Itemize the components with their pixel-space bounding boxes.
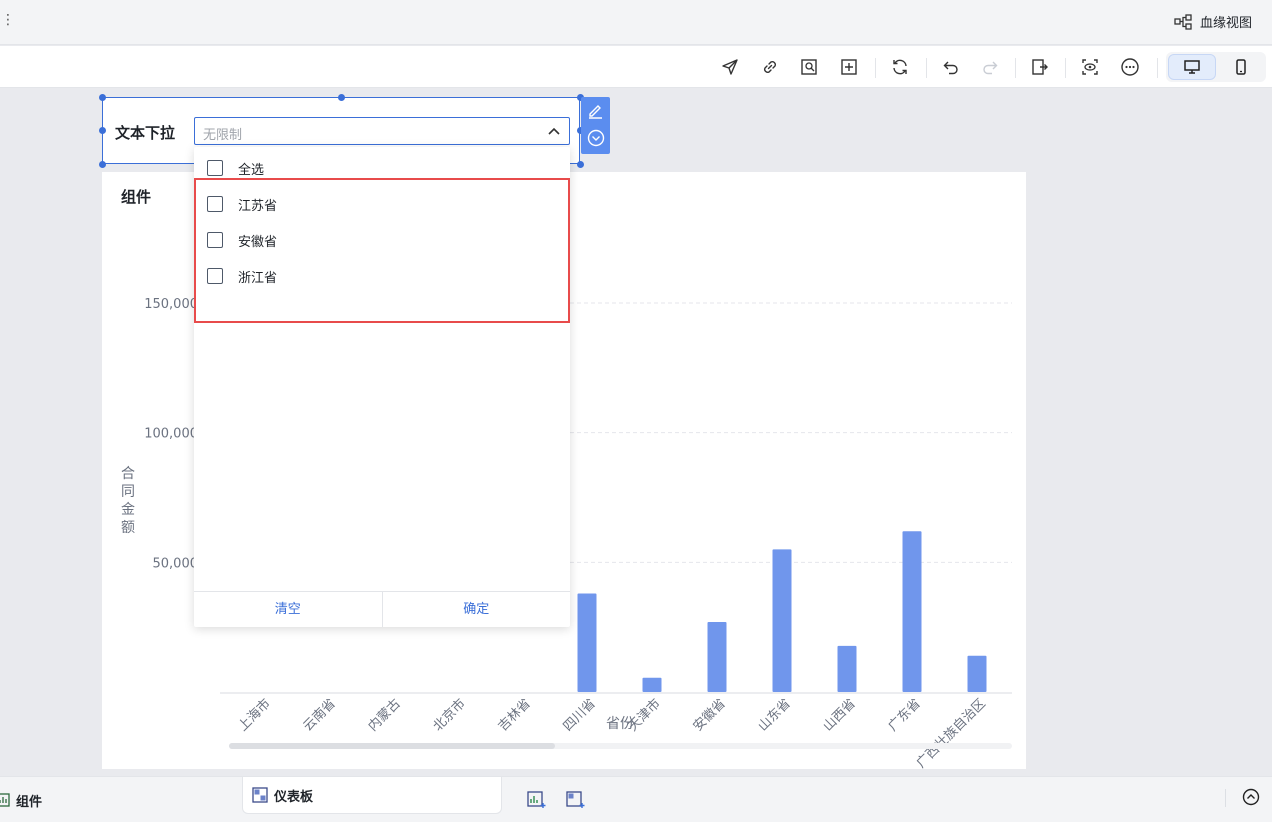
- option-label: 安徽省: [238, 234, 278, 250]
- undo-icon[interactable]: [940, 56, 962, 78]
- bar: [902, 531, 922, 692]
- confirm-button[interactable]: 确定: [381, 592, 571, 627]
- collapse-up-icon[interactable]: [1242, 788, 1260, 810]
- lineage-view-label: 血缘视图: [1199, 16, 1252, 31]
- exit-icon[interactable]: [1029, 56, 1051, 78]
- y-tick-label: 100,000: [144, 427, 198, 442]
- lineage-icon: [1174, 13, 1192, 30]
- tab-components[interactable]: 组件: [0, 785, 42, 815]
- x-tick-label: 内蒙古: [365, 696, 404, 735]
- tab-dashboard-content: 仪表板: [252, 780, 313, 810]
- grid-plus-icon[interactable]: [838, 56, 860, 78]
- bar: [707, 621, 727, 692]
- checkbox[interactable]: [207, 196, 223, 212]
- checkbox[interactable]: [207, 268, 223, 284]
- menu-icon[interactable]: ⋮: [1, 12, 15, 28]
- lineage-view-button[interactable]: 血缘视图: [1174, 12, 1252, 31]
- filter-select[interactable]: 无限制: [194, 117, 570, 145]
- dashboard-icon: [252, 787, 268, 803]
- x-tick-label: 四川省: [561, 696, 599, 734]
- x-tick-label: 北京市: [430, 696, 469, 735]
- resize-handle[interactable]: [99, 94, 106, 101]
- bar: [837, 645, 857, 692]
- dropdown-footer: 清空 确定: [194, 591, 570, 627]
- x-tick-label: 云南省: [300, 696, 339, 735]
- y-axis-title-char: 金: [121, 502, 135, 518]
- option-select-all[interactable]: 全选: [207, 158, 264, 178]
- bar: [967, 655, 987, 692]
- select-placeholder: 无限制: [203, 128, 243, 143]
- x-tick-label: 上海市: [235, 696, 274, 735]
- x-tick-label: 广东省: [886, 696, 924, 734]
- filter-actions: [581, 97, 610, 154]
- top-bar: ⋮ 血缘视图: [0, 0, 1272, 45]
- send-icon[interactable]: [719, 56, 741, 78]
- x-axis-title: 省份: [606, 716, 634, 732]
- add-dashboard-icon[interactable]: [566, 785, 586, 815]
- image-search-icon[interactable]: [798, 56, 820, 78]
- more-icon[interactable]: [1119, 56, 1141, 78]
- desktop-icon[interactable]: [1168, 54, 1216, 80]
- mobile-icon[interactable]: [1218, 54, 1264, 80]
- tab-dashboard-label: 仪表板: [274, 789, 314, 805]
- refresh-icon[interactable]: [889, 56, 911, 78]
- x-tick-label: 安徽省: [691, 696, 729, 734]
- x-tick-label: 广西壮族自治区: [913, 696, 989, 769]
- option-zhejiang[interactable]: 浙江省: [207, 266, 277, 286]
- x-tick-label: 山东省: [756, 696, 794, 734]
- collapse-down-icon[interactable]: [586, 128, 605, 147]
- checkbox[interactable]: [207, 160, 223, 176]
- option-anhui[interactable]: 安徽省: [207, 230, 277, 250]
- tab-dashboard[interactable]: 仪表板: [242, 777, 502, 814]
- bar: [642, 677, 662, 692]
- dropdown-panel: 全选 江苏省 安徽省 浙江省 清空 确定: [194, 147, 570, 627]
- chevron-up-icon: [548, 127, 560, 135]
- option-label: 江苏省: [238, 198, 278, 214]
- resize-handle[interactable]: [577, 161, 584, 168]
- y-axis-title-char: 同: [121, 484, 135, 500]
- checkbox[interactable]: [207, 232, 223, 248]
- tab-components-label: 组件: [16, 794, 43, 810]
- scrollbar-thumb[interactable]: [229, 743, 555, 749]
- option-label: 浙江省: [238, 270, 278, 286]
- filter-label: 文本下拉: [115, 124, 176, 142]
- y-axis-title-char: 额: [121, 520, 135, 536]
- device-toggle: [1166, 52, 1266, 82]
- preview-icon[interactable]: [1079, 56, 1101, 78]
- option-jiangsu[interactable]: 江苏省: [207, 194, 277, 214]
- link-icon[interactable]: [759, 56, 781, 78]
- resize-handle[interactable]: [338, 94, 345, 101]
- x-tick-label: 吉林省: [496, 696, 534, 734]
- x-tick-label: 山西省: [821, 696, 859, 734]
- add-chart-icon[interactable]: [527, 785, 547, 815]
- resize-handle[interactable]: [99, 127, 106, 134]
- y-tick-label: 150,000: [144, 297, 198, 312]
- bottom-bar: 组件 仪表板: [0, 776, 1272, 822]
- dashboard-canvas: 组件 150,000 100,000 50,000 上海市 云南省 内蒙古 北京市 吉林省 四川…: [0, 89, 1272, 775]
- redo-icon[interactable]: [979, 56, 1001, 78]
- edit-icon[interactable]: [586, 101, 605, 120]
- clear-button[interactable]: 清空: [194, 592, 382, 627]
- option-label: 全选: [238, 162, 265, 178]
- components-icon: [0, 793, 10, 807]
- y-tick-label: 50,000: [153, 556, 199, 571]
- y-axis-title-char: 合: [121, 466, 135, 482]
- resize-handle[interactable]: [99, 161, 106, 168]
- bar: [772, 549, 792, 692]
- bar: [577, 593, 597, 692]
- toolbar: [0, 46, 1272, 88]
